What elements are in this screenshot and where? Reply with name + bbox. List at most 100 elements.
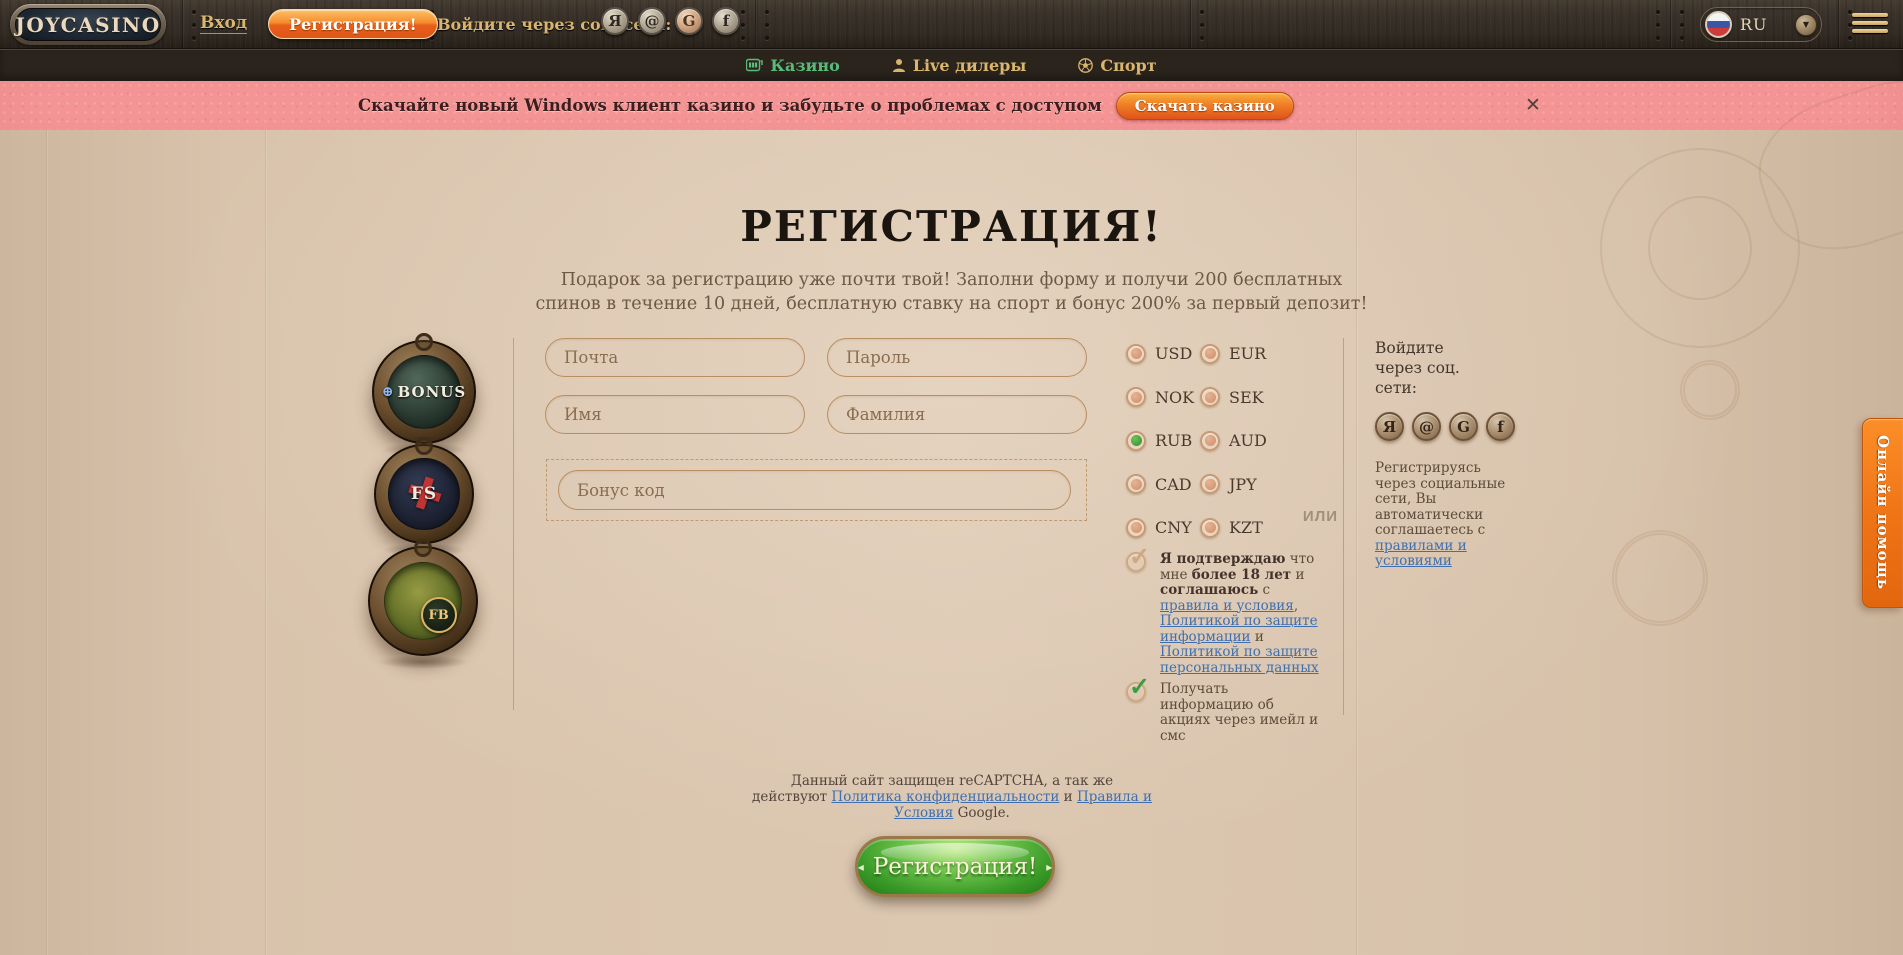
bonus-spins-badge[interactable]: ⊕ BONUS [372,340,476,444]
rivet-decoration [1656,10,1660,49]
recaptcha-notice: Данный сайт защищен reCAPTCHA, а так же … [752,773,1152,821]
badge-label: FS [411,484,437,504]
tab-label: Спорт [1100,56,1156,75]
currency-option-rub[interactable]: RUB [1126,431,1200,451]
currency-label: CNY [1155,518,1192,537]
currency-selector: USD EUR NOK SEK RUB AUD [1126,332,1274,550]
main-nav: Казино Live дилеры Спорт [0,49,1903,81]
language-dropdown-toggle[interactable]: ▼ [1795,14,1817,36]
radio-icon [1200,431,1220,451]
inline-link[interactable]: правила и условия [1160,598,1294,614]
russian-flag-icon [1705,11,1732,38]
email-field[interactable] [545,338,805,377]
radio-icon [1126,474,1146,494]
google-icon[interactable]: G [675,7,703,35]
yandex-icon[interactable]: Я [601,7,629,35]
inline-link[interactable]: Политика конфиденциальности [831,789,1059,805]
download-banner: Скачайте новый Windows клиент казино и з… [0,81,1903,130]
badge-label: ⊕ BONUS [382,383,466,401]
inline-link[interactable]: правилами и условиями [1375,538,1467,570]
badge-label-text: BONUS [398,383,467,401]
check-glyph: ✓ [1129,674,1150,699]
check-glyph: ✓ [1129,544,1150,569]
badge-shadow-decoration [377,655,468,669]
yandex-icon[interactable]: Я [1375,412,1404,441]
divider-left [513,338,514,710]
first-name-field[interactable] [545,395,805,434]
bonus-code-field[interactable] [558,470,1071,510]
dealer-icon [892,58,906,73]
tab-casino[interactable]: Казино [746,56,839,75]
currency-option-usd[interactable]: USD [1126,344,1200,364]
tab-label: Live дилеры [913,56,1027,75]
paper-crease-decoration [1356,130,1357,955]
badge-label: FB [421,597,457,633]
terms-checkbox[interactable]: ✓ Я подтверждаю что мне более 18 лет и с… [1126,552,1320,676]
facebook-icon[interactable]: f [712,7,740,35]
last-name-field[interactable] [827,395,1087,434]
social-panel-icons: Я @ G f [1375,412,1527,441]
currency-label: KZT [1229,518,1263,537]
rivet-decoration [192,10,196,49]
radio-icon [1126,431,1146,451]
currency-label: AUD [1229,431,1267,450]
radio-icon [1200,387,1220,407]
login-link[interactable]: Вход [200,13,247,34]
mail-ru-icon[interactable]: @ [638,7,666,35]
submit-label: Регистрация! [873,854,1037,880]
language-code: RU [1740,15,1768,34]
logo-text: JOYCASINO [15,13,160,37]
currency-option-cad[interactable]: CAD [1126,474,1200,494]
divider-right [1343,338,1344,715]
tab-sport[interactable]: Спорт [1078,56,1156,75]
submit-registration-button[interactable]: ◂ Регистрация! ▸ [855,836,1055,897]
currency-label: NOK [1155,388,1194,407]
tab-label: Казино [770,56,839,75]
radio-icon [1126,387,1146,407]
logo-text-plate: JOYCASINO [15,8,161,41]
online-help-tab[interactable]: Онлайн помощь [1862,418,1903,608]
promo-checkbox[interactable]: ✓ Получать информацию об акциях через им… [1126,682,1320,744]
bonus-code-dashed-box [546,459,1087,521]
register-button[interactable]: Регистрация! [268,9,438,39]
terms-text: Я подтверждаю что мне более 18 лет и сог… [1160,552,1320,676]
social-panel-note: Регистрируясь через социальные сети, Вы … [1375,461,1517,570]
inline-link[interactable]: Политикой по защите персональных данных [1160,644,1319,676]
google-icon[interactable]: G [1449,412,1478,441]
seam-decoration [1190,0,1191,49]
currency-option-eur[interactable]: EUR [1200,344,1274,364]
free-bet-badge[interactable]: FB [368,546,478,656]
banner-message: Скачайте новый Windows клиент казино и з… [358,96,1102,115]
seam-decoration [755,0,756,49]
badge-face: ⊕ BONUS [387,355,461,429]
logo[interactable]: JOYCASINO [10,4,166,45]
menu-button[interactable] [1852,13,1890,37]
tab-live-dealers[interactable]: Live дилеры [892,56,1027,75]
close-icon[interactable]: ✕ [1520,92,1546,118]
inline-link[interactable]: Политикой по защите информации [1160,613,1318,645]
rivet-decoration [1680,10,1684,49]
password-field[interactable] [827,338,1087,377]
currency-option-cny[interactable]: CNY [1126,518,1200,538]
currency-option-kzt[interactable]: KZT [1200,518,1274,538]
radio-icon [1126,518,1146,538]
header-social-icons: Я @ G f [601,7,740,35]
currency-option-aud[interactable]: AUD [1200,431,1274,451]
download-casino-button[interactable]: Скачать казино [1116,92,1294,120]
or-separator-label: ИЛИ [1300,508,1338,525]
currency-option-nok[interactable]: NOK [1126,387,1200,407]
badge-face: FB [384,562,462,640]
currency-option-jpy[interactable]: JPY [1200,474,1274,494]
currency-option-sek[interactable]: SEK [1200,387,1274,407]
currency-label: EUR [1229,344,1266,363]
subtitle-line: Подарок за регистрацию уже почти твой! З… [0,268,1903,292]
checkbox-checked-icon: ✓ [1126,682,1146,702]
language-selector[interactable]: RU ▼ [1700,7,1822,42]
mail-ru-icon[interactable]: @ [1412,412,1441,441]
facebook-icon[interactable]: f [1486,412,1515,441]
soccer-ball-icon [1078,58,1093,73]
radio-icon [1126,344,1146,364]
help-tab-label: Онлайн помощь [1874,435,1892,590]
free-spins-badge[interactable]: ✚ FS [374,444,474,544]
radio-icon [1200,518,1220,538]
